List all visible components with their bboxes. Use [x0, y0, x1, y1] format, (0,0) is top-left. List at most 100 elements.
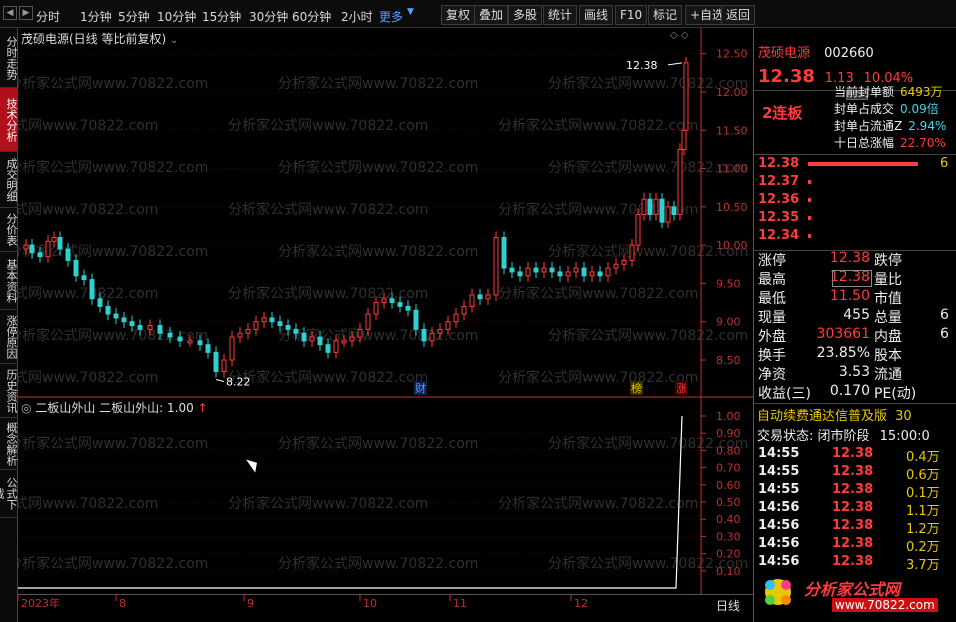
toolbar-button[interactable]: 叠加: [474, 5, 509, 25]
indicator-chart[interactable]: 分析家公式网www.70822.com 分析家公式网www.70822.com 分析…: [18, 398, 753, 594]
toolbar-button[interactable]: F10: [615, 5, 648, 25]
bid-price[interactable]: 12.35: [758, 210, 799, 225]
candle-body: [81, 275, 87, 281]
x-tick-label: 9: [247, 597, 254, 610]
watermark-text: 分析家公式网www.70822.com: [228, 117, 428, 134]
seal-value: 6493万: [900, 85, 943, 99]
candlestick-chart[interactable]: 分析家公式网www.70822.com 分析家公式网www.70822.com 分析…: [18, 28, 753, 398]
period-tab[interactable]: 10分钟: [157, 8, 196, 25]
stat-label: 净资: [758, 367, 786, 383]
bid-price[interactable]: 12.36: [758, 192, 799, 207]
candle-body: [253, 321, 259, 330]
candle-body: [237, 332, 243, 338]
bid-price[interactable]: 12.37: [758, 174, 799, 189]
candle-body: [121, 317, 127, 323]
indicator-value: 二板山外山: 1.00: [99, 401, 194, 415]
left-tab[interactable]: 分时走势: [0, 28, 18, 88]
more-periods-button[interactable]: 更多: [379, 8, 403, 25]
candle-body: [445, 321, 451, 330]
y-tick-label: 0.70: [716, 462, 741, 475]
candle-body: [671, 206, 677, 216]
promo-banner[interactable]: 自动续费通达信普及版: [757, 409, 887, 424]
candle-body: [635, 214, 641, 246]
toolbar-button[interactable]: 标记: [648, 5, 683, 25]
toolbar-button[interactable]: 统计: [543, 5, 578, 25]
left-tab[interactable]: 公式下载: [0, 470, 18, 518]
stock-code: 002660: [824, 46, 874, 61]
y-tick-label: 0.60: [716, 479, 741, 492]
candle-body: [229, 336, 235, 361]
y-tick-label: 9.50: [716, 277, 741, 290]
chevron-down-icon[interactable]: ▼: [407, 7, 414, 17]
watermark-text: 分析家公式网www.70822.com: [548, 327, 748, 344]
indicator-title: 二板山外山: [35, 401, 96, 415]
tick-time: 14:56: [758, 518, 800, 533]
watermark-text: 分析家公式网www.70822.com: [18, 495, 158, 512]
candle-body: [629, 244, 635, 261]
period-tab[interactable]: 15分钟: [202, 8, 241, 25]
indicator-panel[interactable]: 分析家公式网www.70822.com 分析家公式网www.70822.com 分析…: [18, 398, 753, 594]
candle-body: [29, 244, 35, 254]
watermark-text: 分析家公式网www.70822.com: [228, 495, 428, 512]
candle-body: [509, 267, 515, 273]
nav-left-icon[interactable]: ◀: [3, 6, 17, 20]
candle-body: [277, 321, 283, 327]
left-tab[interactable]: 技术分析: [0, 88, 18, 152]
settings-icon[interactable]: ◎: [21, 401, 31, 415]
marker-bang-text: 榜: [631, 381, 642, 395]
watermark-text: 分析家公式网www.70822.com: [498, 495, 698, 512]
left-tab[interactable]: 分价表: [0, 208, 18, 252]
stat-label: 跌停: [874, 253, 902, 269]
tick-volume: 1.2万: [906, 522, 940, 537]
watermark-text: 分析家公式网www.70822.com: [228, 285, 428, 302]
left-tab[interactable]: 概念解析: [0, 418, 18, 470]
bid-price[interactable]: 12.38: [758, 156, 799, 171]
tick-price: 12.38: [832, 500, 874, 515]
period-tab[interactable]: 60分钟: [292, 8, 331, 25]
tick-price: 12.38: [832, 482, 874, 497]
stat-value: 23.85%: [816, 345, 870, 361]
period-tab[interactable]: 30分钟: [249, 8, 288, 25]
candle-body: [681, 129, 687, 150]
left-tab[interactable]: 历史资讯: [0, 364, 18, 418]
nav-right-icon[interactable]: ▶: [19, 6, 33, 20]
bid-volume-bar: [808, 162, 918, 166]
left-tab[interactable]: 涨停原因: [0, 310, 18, 364]
period-label[interactable]: 日线: [716, 597, 740, 614]
high-pointer: [667, 62, 683, 66]
chevron-down-icon[interactable]: ⌄: [170, 35, 178, 46]
candle-body: [105, 305, 111, 315]
period-tab[interactable]: 2小时: [341, 8, 373, 25]
toolbar-button[interactable]: 复权: [441, 5, 476, 25]
candle-body: [573, 267, 579, 273]
left-tab[interactable]: 成交明细: [0, 152, 18, 208]
period-tab[interactable]: 分时: [36, 8, 60, 25]
candle-body: [37, 252, 43, 258]
seal-item: 封单占流通Z 2.94%: [834, 117, 946, 134]
toolbar-button[interactable]: 多股: [508, 5, 543, 25]
candle-body: [677, 148, 683, 215]
candle-body: [113, 313, 119, 319]
quote-panel: 茂硕电源 002660 12.38 1.13 10.04% ⌃ 2连板 当前封单…: [753, 28, 956, 622]
toolbar-button[interactable]: 返回: [721, 5, 756, 25]
period-tab[interactable]: 1分钟: [80, 8, 112, 25]
period-tab[interactable]: 5分钟: [118, 8, 150, 25]
main-chart[interactable]: 分析家公式网www.70822.com 分析家公式网www.70822.com 分析…: [18, 28, 753, 398]
candle-body: [365, 313, 371, 330]
toolbar-button[interactable]: 画线: [579, 5, 614, 25]
stat-value: 455: [843, 307, 870, 323]
y-tick-label: 0.40: [716, 513, 741, 526]
left-tab[interactable]: 基本资料: [0, 252, 18, 310]
seal-value: 0.09倍: [900, 102, 939, 116]
candle-body: [65, 248, 71, 261]
watermark-text: 分析家公式网www.70822.com: [228, 369, 428, 386]
diamond-icon[interactable]: ◇ ◇: [670, 30, 689, 41]
marker-cai-text: 财: [415, 381, 426, 395]
watermark-text: 分析家公式网www.70822.com: [18, 117, 158, 134]
stat-label: 内盘: [874, 329, 902, 345]
trade-time: 15:00:0: [879, 429, 930, 444]
candle-body: [147, 325, 153, 330]
seal-value: 22.70%: [900, 136, 946, 150]
x-tick-label: 12: [574, 597, 588, 610]
bid-price[interactable]: 12.34: [758, 228, 799, 243]
